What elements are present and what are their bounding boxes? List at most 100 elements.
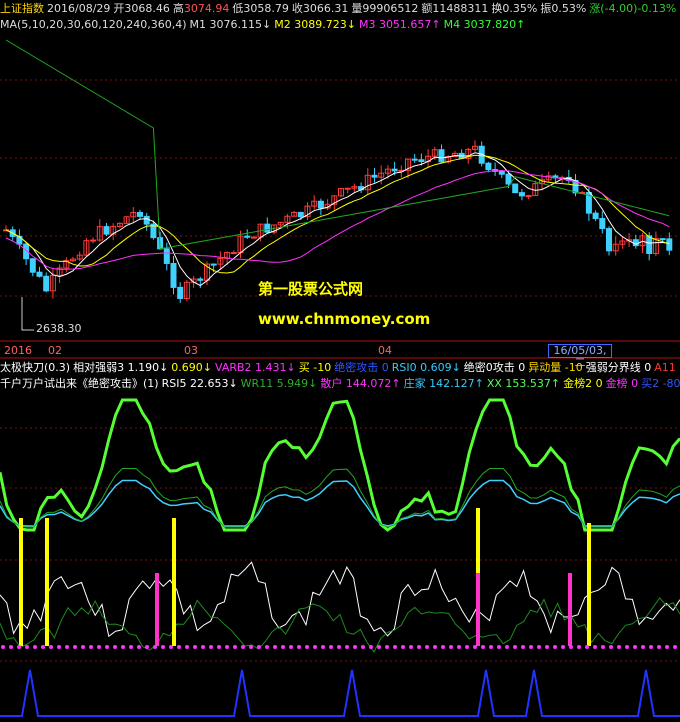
axis-month-04: 04 bbox=[378, 344, 392, 357]
zero-line-dot bbox=[657, 645, 661, 649]
zero-line-dot bbox=[649, 645, 653, 649]
zero-line-dot bbox=[97, 645, 101, 649]
zero-line-dot bbox=[113, 645, 117, 649]
candle-body bbox=[599, 218, 606, 230]
zero-line-dot bbox=[409, 645, 413, 649]
zero-line-dot bbox=[9, 645, 13, 649]
zero-line-dot bbox=[673, 645, 677, 649]
zero-line-dot bbox=[417, 645, 421, 649]
zero-line-dot bbox=[377, 645, 381, 649]
zero-line-dot bbox=[57, 645, 61, 649]
candle-body bbox=[177, 286, 184, 299]
candle-body bbox=[646, 235, 653, 254]
candle-body bbox=[411, 158, 418, 161]
candle-body bbox=[210, 263, 217, 266]
buy2-signal-line bbox=[0, 669, 680, 717]
zero-line-dot bbox=[1, 645, 5, 649]
zero-line-dot bbox=[601, 645, 605, 649]
zero-line-dot bbox=[321, 645, 325, 649]
zero-line-dot bbox=[25, 645, 29, 649]
zero-line-dot bbox=[385, 645, 389, 649]
indicator-header-1[interactable]: 太极快刀(0.3) 相对强弱3 1.190↓ 0.690↓ VARB2 1.431↓ 买… bbox=[0, 361, 680, 374]
indicator1-item-10: A11 0 bbox=[654, 361, 680, 374]
zero-line-dot bbox=[49, 645, 53, 649]
indicator1-item-1: 相对强弱3 1.190↓ bbox=[73, 361, 169, 374]
zero-line-dot bbox=[433, 645, 437, 649]
candle-body bbox=[137, 212, 143, 217]
cursor-date-label: 16/05/03,二 bbox=[548, 344, 612, 369]
zero-line-dot bbox=[457, 645, 461, 649]
zero-line-dot bbox=[329, 645, 333, 649]
candle-body bbox=[90, 239, 97, 242]
candle-body bbox=[525, 195, 532, 198]
indicator1-item-5: 绝密攻击 0 bbox=[334, 361, 389, 374]
zero-line-dot bbox=[545, 645, 549, 649]
zero-line-dot bbox=[577, 645, 581, 649]
zero-line-dot bbox=[233, 645, 237, 649]
candle-body bbox=[36, 271, 43, 277]
candle-body bbox=[244, 235, 251, 238]
zero-line-dot bbox=[177, 645, 181, 649]
zero-line-dot bbox=[441, 645, 445, 649]
indicator1-item-9: 强弱分界线 0 bbox=[585, 361, 652, 374]
zero-line-dot bbox=[81, 645, 85, 649]
axis-year-2016: 2016 bbox=[4, 344, 32, 357]
candle-body bbox=[103, 226, 110, 235]
zero-line-dot bbox=[185, 645, 189, 649]
candle-body bbox=[230, 252, 237, 255]
zero-line-dot bbox=[345, 645, 349, 649]
zero-line-dot bbox=[473, 645, 477, 649]
zero-line-dot bbox=[361, 645, 365, 649]
jinbang2-bar bbox=[45, 518, 49, 646]
zero-line-dot bbox=[337, 645, 341, 649]
indicator2-item-8: 买2 -80 bbox=[641, 377, 680, 390]
zero-line-dot bbox=[393, 645, 397, 649]
zero-line-dot bbox=[353, 645, 357, 649]
candle-body bbox=[498, 170, 505, 175]
candle-body bbox=[143, 215, 150, 225]
axis-month-03: 03 bbox=[184, 344, 198, 357]
zero-line-dot bbox=[529, 645, 533, 649]
zero-line-dot bbox=[89, 645, 93, 649]
jinbang-bar bbox=[568, 573, 572, 646]
indicator2-item-3: 散户 144.072↑ bbox=[320, 377, 401, 390]
jinbang2-bar bbox=[172, 518, 176, 646]
zero-line-dot bbox=[561, 645, 565, 649]
ma-line-m4 bbox=[5, 39, 670, 250]
zero-line-dot bbox=[401, 645, 405, 649]
indicator1-item-6: RSI0 0.609↓ bbox=[391, 361, 461, 374]
jinbang2-bar bbox=[19, 518, 23, 646]
zero-line-dot bbox=[17, 645, 21, 649]
indicator1-item-7: 绝密0攻击 0 bbox=[463, 361, 526, 374]
candle-body bbox=[666, 238, 673, 251]
zero-line-dot bbox=[65, 645, 69, 649]
indicator-header-2[interactable]: 千户万户试出来《绝密攻击》(1) RSI5 22.653↓ WR11 5.949↓ 散… bbox=[0, 377, 680, 390]
zero-line-dot bbox=[41, 645, 45, 649]
indicator2-item-5: XX 153.537↑ bbox=[486, 377, 561, 390]
zero-line-dot bbox=[609, 645, 613, 649]
zero-line-dot bbox=[465, 645, 469, 649]
zero-line-dot bbox=[153, 645, 157, 649]
zero-line-dot bbox=[161, 645, 165, 649]
zero-line-dot bbox=[249, 645, 253, 649]
zero-line-dot bbox=[105, 645, 109, 649]
candle-body bbox=[344, 187, 351, 190]
zero-line-dot bbox=[569, 645, 573, 649]
zero-line-dot bbox=[593, 645, 597, 649]
watermark-url: www.chnmoney.com bbox=[258, 310, 431, 328]
zero-line-dot bbox=[265, 645, 269, 649]
zero-line-dot bbox=[481, 645, 485, 649]
zero-line-dot bbox=[145, 645, 149, 649]
candle-body bbox=[43, 275, 50, 292]
watermark-title: 第一股票公式网 bbox=[258, 280, 364, 298]
zero-line-dot bbox=[169, 645, 173, 649]
candle-body bbox=[505, 173, 512, 185]
zero-line-dot bbox=[497, 645, 501, 649]
zero-line-dot bbox=[521, 645, 525, 649]
indicator1-item-4: 买 -10 bbox=[298, 361, 332, 374]
candle-body bbox=[485, 162, 492, 171]
indicator2-item-2: WR11 5.949↓ bbox=[240, 377, 318, 390]
candle-body bbox=[659, 238, 666, 241]
indicator2-item-0: 千户万户试出来《绝密攻击》(1) bbox=[0, 377, 159, 390]
zero-line-dot bbox=[305, 645, 309, 649]
